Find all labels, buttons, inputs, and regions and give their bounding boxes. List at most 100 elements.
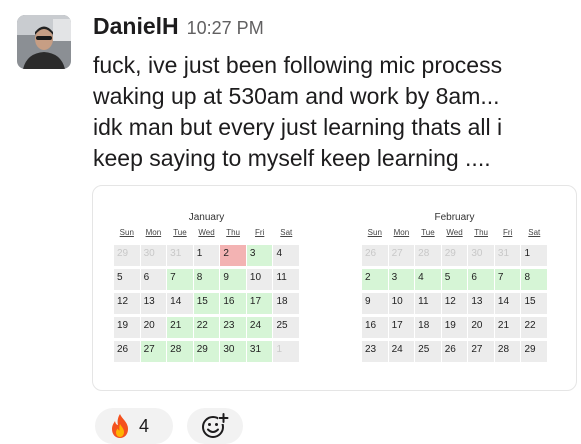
calendar-day: 8 bbox=[521, 269, 548, 290]
calendar-day: 10 bbox=[388, 293, 415, 314]
calendar-day: 30 bbox=[140, 245, 167, 266]
calendar-day: 27 bbox=[140, 341, 167, 362]
calendar-week: 2345678 bbox=[362, 269, 548, 290]
calendar-day: 14 bbox=[167, 293, 193, 314]
weekday-label: Mon bbox=[145, 228, 162, 237]
message-line: fuck, ive just been following mic proces… bbox=[93, 52, 503, 78]
calendar-day: 21 bbox=[167, 317, 193, 338]
reaction-fire[interactable]: 4 bbox=[95, 408, 173, 444]
calendar-day: 25 bbox=[415, 341, 441, 362]
calendar-day: 11 bbox=[415, 293, 441, 314]
timestamp[interactable]: 10:27 PM bbox=[187, 18, 264, 39]
add-reaction-icon bbox=[202, 413, 229, 438]
weekday-label: Sun bbox=[367, 228, 382, 237]
weekday-label: Wed bbox=[198, 228, 215, 237]
calendar-day: 7 bbox=[494, 269, 521, 290]
calendar-day: 20 bbox=[468, 317, 494, 338]
calendar-day: 31 bbox=[246, 341, 273, 362]
message-line: keep saying to myself keep learning .... bbox=[93, 145, 491, 171]
weekday-label: Tue bbox=[173, 228, 187, 237]
calendar-day: 23 bbox=[220, 317, 246, 338]
calendar-day: 21 bbox=[494, 317, 521, 338]
calendar-day: 18 bbox=[415, 317, 441, 338]
weekday-header: Sun Mon Tue Wed Thu Fri Sat bbox=[114, 228, 299, 240]
weekday-label: Thu bbox=[474, 228, 488, 237]
weekday-label: Thu bbox=[226, 228, 240, 237]
calendar-week: 23 24 25 26 27 28 29 bbox=[362, 341, 548, 362]
message-line: idk man but every just learning thats al… bbox=[93, 114, 503, 140]
calendar-day: 12 bbox=[114, 293, 140, 314]
add-reaction-button[interactable] bbox=[187, 408, 243, 444]
calendar-day: 9 bbox=[362, 293, 388, 314]
weekday-label: Sat bbox=[280, 228, 293, 237]
calendar-day: 31 bbox=[494, 245, 521, 266]
calendar-day: 30 bbox=[468, 245, 494, 266]
weekday-label: Sun bbox=[119, 228, 134, 237]
weekday-label: Fri bbox=[503, 228, 513, 237]
calendar-day: 28 bbox=[415, 245, 441, 266]
calendar-week: 9 10 11 12 13 14 15 bbox=[362, 293, 548, 314]
calendar-day: 3 bbox=[388, 269, 415, 290]
calendar-day: 2 bbox=[362, 269, 388, 290]
calendar-day: 4 bbox=[415, 269, 441, 290]
avatar[interactable] bbox=[17, 15, 71, 69]
calendar-day: 29 bbox=[114, 245, 140, 266]
calendar-day: 10 bbox=[246, 269, 273, 290]
calendar-day: 19 bbox=[441, 317, 468, 338]
calendar-day: 18 bbox=[273, 293, 300, 314]
avatar-photo bbox=[17, 15, 71, 69]
calendar-day: 8 bbox=[193, 269, 220, 290]
calendar-day: 15 bbox=[193, 293, 220, 314]
weekday-label: Wed bbox=[446, 228, 463, 237]
calendar-day: 14 bbox=[494, 293, 521, 314]
calendar-week: 16 17 18 19 20 21 22 bbox=[362, 317, 548, 338]
image-attachment[interactable]: January Sun Mon Tue Wed Thu Fri Sat 29 30 31 1 2 3 4… bbox=[92, 185, 577, 391]
message-text: fuck, ive just been following mic proces… bbox=[93, 50, 573, 174]
calendar-day: 24 bbox=[246, 317, 273, 338]
calendar-week: 19 20 21 22 23 24 25 bbox=[114, 317, 300, 338]
calendar-day: 12 bbox=[441, 293, 468, 314]
message-header: DanielH 10:27 PM bbox=[93, 13, 264, 43]
weekday-header: Sun Mon Tue Wed Thu Fri Sat bbox=[362, 228, 547, 240]
calendar-day: 31 bbox=[167, 245, 193, 266]
weekday-label: Tue bbox=[421, 228, 435, 237]
calendar-day: 27 bbox=[468, 341, 494, 362]
calendar-february: February Sun Mon Tue Wed Thu Fri Sat 26 27 28 29 3… bbox=[362, 212, 548, 365]
calendar-day: 16 bbox=[220, 293, 246, 314]
calendar-day: 26 bbox=[114, 341, 140, 362]
reaction-count: 4 bbox=[139, 415, 150, 436]
calendar-month-title: January bbox=[188, 212, 225, 223]
calendar-day: 23 bbox=[362, 341, 388, 362]
calendar-day: 29 bbox=[193, 341, 220, 362]
calendar-day: 2 bbox=[220, 245, 246, 266]
calendar-grid: 29 30 31 1 2 3 4 5 6 7 8 9 10 11 12 13 14 15 16 17 18 19 20 21 2… bbox=[114, 245, 300, 362]
calendar-day: 1 bbox=[193, 245, 220, 266]
calendar-day: 7 bbox=[167, 269, 193, 290]
calendar-day: 13 bbox=[140, 293, 167, 314]
calendar-day: 26 bbox=[362, 245, 388, 266]
calendar-january: January Sun Mon Tue Wed Thu Fri Sat 29 30 31 1 2 3 4… bbox=[114, 212, 300, 365]
fire-icon bbox=[112, 414, 128, 438]
calendar-day: 26 bbox=[441, 341, 468, 362]
author-name[interactable]: DanielH bbox=[93, 13, 179, 40]
calendar-day: 22 bbox=[521, 317, 548, 338]
calendar-day: 3 bbox=[246, 245, 273, 266]
calendar-day: 1 bbox=[273, 341, 300, 362]
calendar-day: 17 bbox=[388, 317, 415, 338]
calendar-day: 28 bbox=[167, 341, 193, 362]
calendar-day: 20 bbox=[140, 317, 167, 338]
calendar-week: 12 13 14 15 16 17 18 bbox=[114, 293, 300, 314]
calendar-day: 1 bbox=[521, 245, 548, 266]
calendar-day: 29 bbox=[441, 245, 468, 266]
calendar-week: 26 27 28 29 30 31 1 bbox=[114, 341, 300, 362]
calendar-day: 29 bbox=[521, 341, 548, 362]
calendar-day: 16 bbox=[362, 317, 388, 338]
calendar-day: 24 bbox=[388, 341, 415, 362]
calendar-grid: 26 27 28 29 30 31 1 2 3 4 5 6 7 8 9 10 11 12 13 14 15 16 17 18 1… bbox=[362, 245, 548, 362]
weekday-label: Sat bbox=[528, 228, 541, 237]
calendar-day: 15 bbox=[521, 293, 548, 314]
calendar-day: 30 bbox=[220, 341, 246, 362]
message-line: waking up at 530am and work by 8am... bbox=[93, 83, 500, 109]
calendar-day: 13 bbox=[468, 293, 494, 314]
calendar-day: 28 bbox=[494, 341, 521, 362]
